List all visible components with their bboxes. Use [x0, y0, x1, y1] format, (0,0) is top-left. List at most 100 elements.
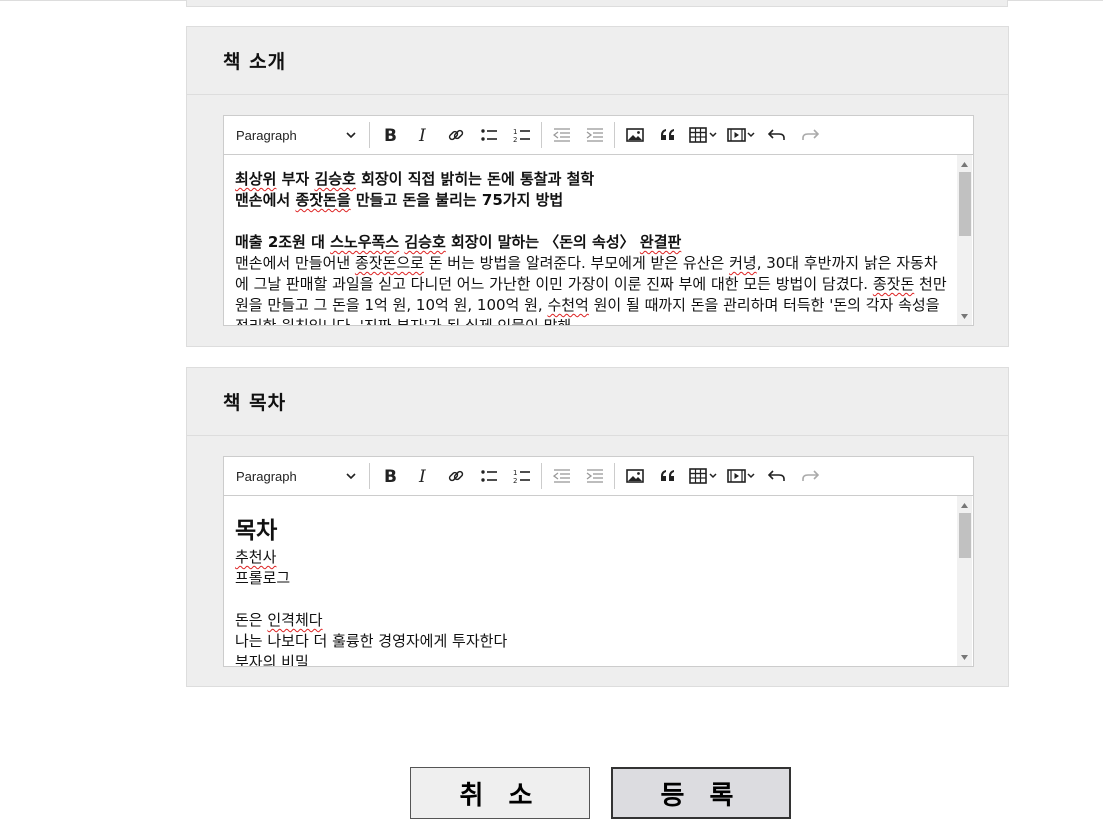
media-icon	[727, 469, 755, 483]
book-intro-editor[interactable]: Paragraph B I 12 최상위 부자 김승호 회장이 직접 밝히는 돈…	[223, 115, 974, 326]
book-toc-section: 책 목차 Paragraph B I 12 목차 추천사 프롤로그 돈은 인격체…	[186, 367, 1009, 687]
outdent-button[interactable]	[545, 120, 578, 150]
toc-item: 부자의 비밀	[235, 653, 309, 666]
svg-text:I: I	[418, 127, 426, 143]
svg-text:B: B	[384, 127, 397, 143]
table-icon	[689, 468, 717, 484]
indent-button[interactable]	[578, 120, 611, 150]
svg-text:I: I	[418, 468, 426, 484]
toc-item: 추천사	[235, 548, 277, 566]
numbered-list-icon: 12	[513, 469, 530, 484]
toolbar-separator	[614, 463, 615, 489]
bold-icon: B	[384, 127, 397, 143]
chevron-down-icon	[346, 473, 356, 479]
book-intro-section: 책 소개 Paragraph B I 12 최상위 부자 김승호 회장이 직접 …	[186, 26, 1009, 347]
indent-icon	[586, 469, 603, 483]
toolbar-separator	[369, 463, 370, 489]
image-icon	[625, 469, 644, 483]
intro-paragraph: 맨손에서 만들어낸 종잣돈으로 돈 버는 방법을 알려준다. 부모에게 받은 유…	[235, 254, 947, 325]
italic-icon: I	[418, 127, 426, 143]
svg-text:1: 1	[513, 128, 517, 136]
previous-section-edge	[186, 0, 1008, 7]
scrollbar-thumb[interactable]	[959, 172, 971, 236]
cancel-button[interactable]: 취 소	[410, 767, 590, 819]
undo-button[interactable]	[760, 461, 793, 491]
toc-item: 나는 나보다 더 훌륭한 경영자에게 투자한다	[235, 632, 508, 650]
svg-text:1: 1	[513, 469, 517, 477]
editor-content[interactable]: 최상위 부자 김승호 회장이 직접 밝히는 돈에 통찰과 철학 맨손에서 종잣돈…	[235, 169, 949, 325]
undo-button[interactable]	[760, 120, 793, 150]
submit-button[interactable]: 등 록	[611, 767, 791, 819]
link-button[interactable]	[439, 120, 472, 150]
numbered-list-button[interactable]: 12	[505, 461, 538, 491]
paragraph-style-dropdown[interactable]: Paragraph	[224, 461, 366, 491]
undo-icon	[767, 129, 785, 140]
scrollbar-thumb[interactable]	[959, 513, 971, 558]
scroll-up-arrow-icon[interactable]	[957, 498, 972, 512]
quote-icon	[660, 470, 674, 481]
intro-line-3: 매출 2조원 대 스노우폭스 김승호 회장이 말하는 〈돈의 속성〉 완결판	[235, 233, 682, 251]
editor-scrollbar[interactable]	[957, 496, 972, 666]
link-button[interactable]	[439, 461, 472, 491]
svg-text:B: B	[384, 468, 397, 484]
paragraph-style-dropdown[interactable]: Paragraph	[224, 120, 366, 150]
editor-content[interactable]: 목차 추천사 프롤로그 돈은 인격체다 나는 나보다 더 훌륭한 경영자에게 투…	[235, 516, 949, 666]
chevron-down-icon	[346, 132, 356, 138]
editor-content-area[interactable]: 목차 추천사 프롤로그 돈은 인격체다 나는 나보다 더 훌륭한 경영자에게 투…	[224, 496, 973, 666]
svg-text:2: 2	[513, 477, 517, 484]
scroll-down-arrow-icon[interactable]	[957, 309, 972, 323]
book-intro-title: 책 소개	[223, 51, 287, 73]
insert-image-button[interactable]	[618, 461, 651, 491]
paragraph-style-label: Paragraph	[236, 468, 297, 484]
insert-media-button[interactable]	[722, 461, 760, 491]
bulleted-list-icon	[480, 470, 497, 482]
link-icon	[448, 470, 463, 482]
redo-button[interactable]	[793, 120, 826, 150]
redo-icon	[801, 129, 819, 140]
redo-button[interactable]	[793, 461, 826, 491]
scroll-up-arrow-icon[interactable]	[957, 157, 972, 171]
editor-toolbar: Paragraph B I 12	[224, 457, 973, 496]
toolbar-separator	[614, 122, 615, 148]
editor-scrollbar[interactable]	[957, 155, 972, 325]
bulleted-list-button[interactable]	[472, 120, 505, 150]
paragraph-style-label: Paragraph	[236, 127, 297, 143]
bold-button[interactable]: B	[373, 461, 406, 491]
book-toc-editor[interactable]: Paragraph B I 12 목차 추천사 프롤로그 돈은 인격체다 나는 …	[223, 456, 974, 667]
book-toc-title: 책 목차	[223, 392, 287, 414]
insert-image-button[interactable]	[618, 120, 651, 150]
numbered-list-icon: 12	[513, 128, 530, 143]
bold-button[interactable]: B	[373, 120, 406, 150]
redo-icon	[801, 470, 819, 481]
link-icon	[448, 129, 463, 141]
toolbar-separator	[541, 463, 542, 489]
editor-content-area[interactable]: 최상위 부자 김승호 회장이 직접 밝히는 돈에 통찰과 철학 맨손에서 종잣돈…	[224, 155, 973, 325]
bulleted-list-button[interactable]	[472, 461, 505, 491]
blockquote-button[interactable]	[651, 461, 684, 491]
toc-item: 돈은 인격체다	[235, 611, 323, 629]
insert-table-button[interactable]	[684, 120, 722, 150]
outdent-button[interactable]	[545, 461, 578, 491]
insert-media-button[interactable]	[722, 120, 760, 150]
numbered-list-button[interactable]: 12	[505, 120, 538, 150]
undo-icon	[767, 470, 785, 481]
editor-toolbar: Paragraph B I 12	[224, 116, 973, 155]
blockquote-button[interactable]	[651, 120, 684, 150]
intro-line-1: 최상위 부자 김승호 회장이 직접 밝히는 돈에 통찰과 철학	[235, 170, 595, 188]
insert-table-button[interactable]	[684, 461, 722, 491]
toc-item: 프롤로그	[235, 569, 291, 587]
book-toc-header: 책 목차	[187, 368, 1008, 436]
svg-text:2: 2	[513, 136, 517, 143]
toolbar-separator	[541, 122, 542, 148]
italic-button[interactable]: I	[406, 461, 439, 491]
italic-icon: I	[418, 468, 426, 484]
italic-button[interactable]: I	[406, 120, 439, 150]
bold-icon: B	[384, 468, 397, 484]
scroll-down-arrow-icon[interactable]	[957, 650, 972, 664]
table-icon	[689, 127, 717, 143]
indent-button[interactable]	[578, 461, 611, 491]
outdent-icon	[552, 128, 570, 142]
indent-icon	[586, 128, 603, 142]
